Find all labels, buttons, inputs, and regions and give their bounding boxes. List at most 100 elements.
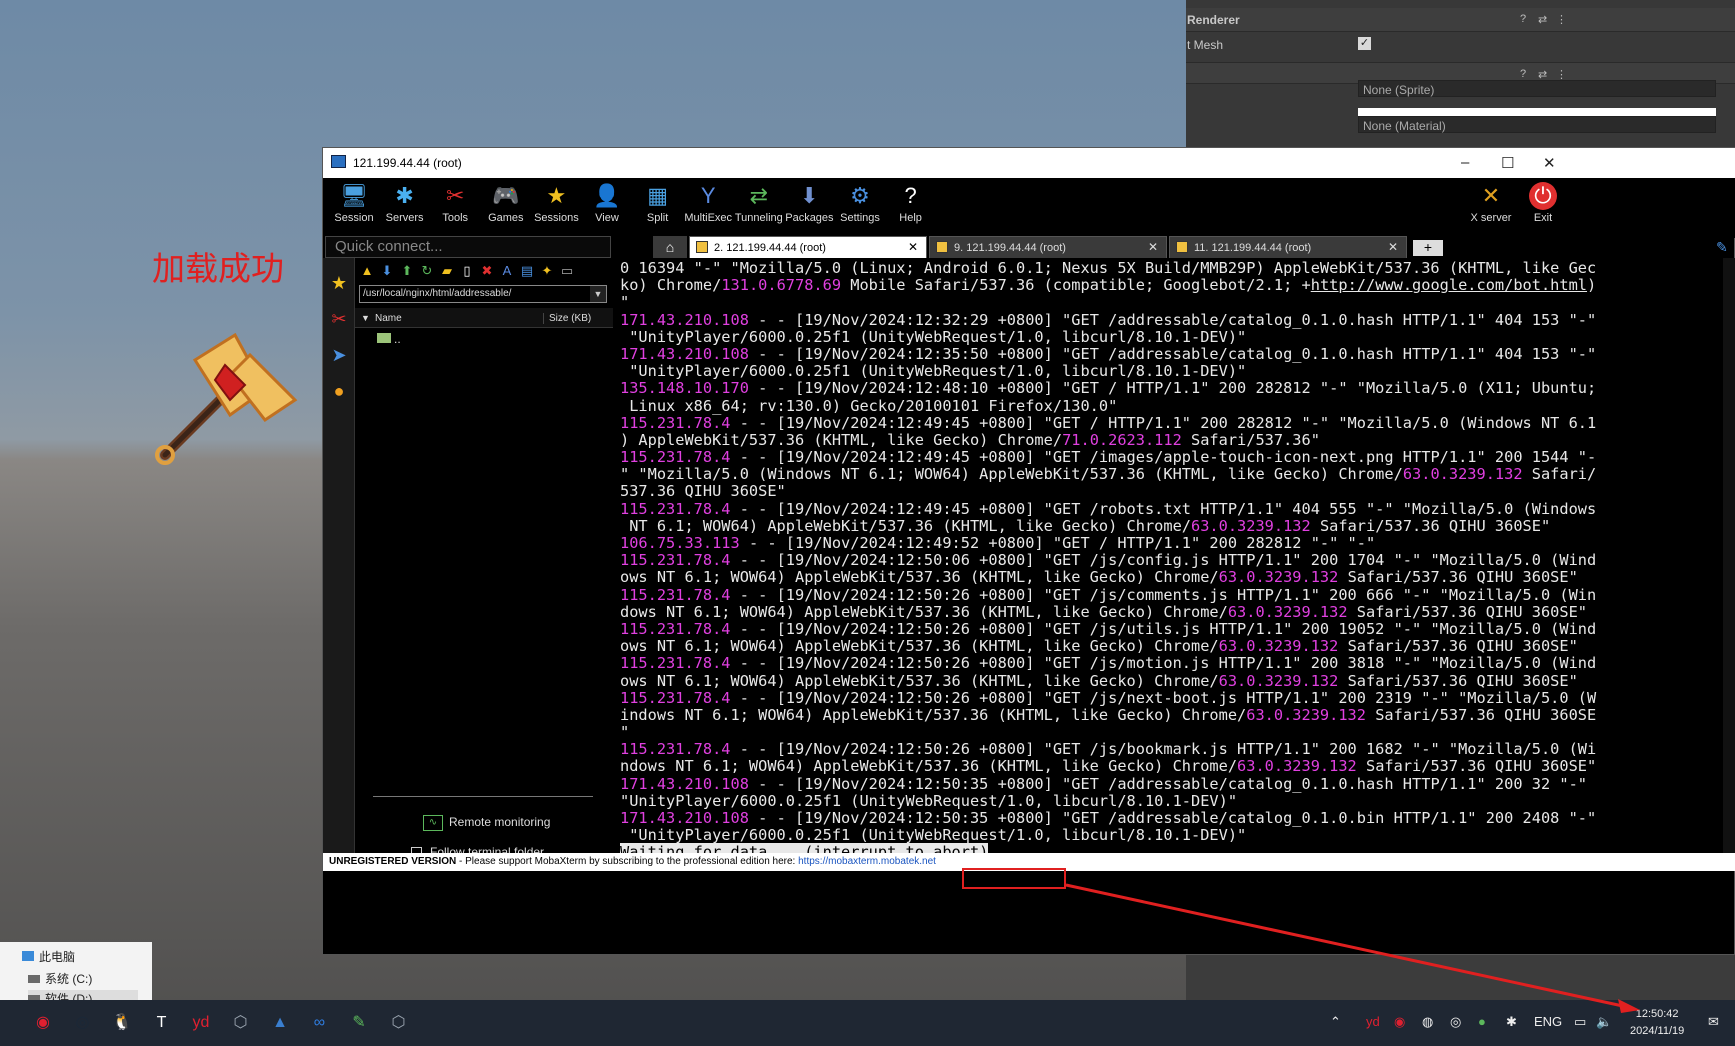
client-ip: 135.148.10.170	[620, 379, 749, 398]
renderer-header[interactable]: Renderer ? ⇄ ⋮	[1186, 8, 1735, 32]
console-text: Safari/537.36 QIHU 360SE"	[1338, 568, 1578, 587]
unity-hub-icon[interactable]: ⬡	[384, 1008, 414, 1038]
window-titlebar[interactable]: 121.199.44.44 (root) – ☐ ✕	[323, 148, 1735, 178]
path-input[interactable]: /usr/local/nginx/html/addressable/ ▼	[359, 285, 607, 303]
new-tab-button[interactable]: +	[1413, 240, 1443, 256]
toolbar-session-button[interactable]: 🖥 Session	[326, 178, 382, 238]
file-list-header: ▼ Name Size (KB)	[355, 308, 613, 328]
console-line: "	[620, 723, 1735, 741]
toolbar-label: Packages	[785, 212, 834, 224]
toolbar-split-button[interactable]: ▦ Split	[630, 178, 686, 238]
quick-connect-input[interactable]: Quick connect...	[325, 236, 611, 258]
terminal-console[interactable]: 0 16394 "-" "Mozilla/5.0 (Linux; Android…	[620, 258, 1735, 853]
toolbar-multiexec-button[interactable]: Y MultiExec	[680, 178, 736, 238]
console-text: - - [19/Nov/2024:12:49:45 +0800] "GET /i…	[730, 448, 1597, 467]
console-text: "	[620, 293, 630, 312]
typora-icon[interactable]: T	[147, 1008, 177, 1038]
list-item-parent[interactable]: ..	[377, 332, 401, 346]
photos-icon[interactable]: ▲	[265, 1008, 295, 1038]
toolbar-games-button[interactable]: 🎮 Games	[478, 178, 534, 238]
console-text: 63.0.3239.132	[1218, 568, 1339, 587]
maximize-button[interactable]: ☐	[1501, 154, 1514, 172]
toolbar-tunneling-button[interactable]: ⇄ Tunneling	[731, 178, 787, 238]
session-tab[interactable]: 2. 121.199.44.44 (root) ✕	[689, 236, 927, 258]
toolbar-help-button[interactable]: ? Help	[883, 178, 939, 238]
download-icon[interactable]: ⬇	[379, 263, 395, 279]
notification-icon[interactable]: ✉	[1708, 1014, 1719, 1030]
refresh-icon[interactable]: ↻	[419, 263, 435, 279]
toolbar-servers-button[interactable]: ✱ Servers	[377, 178, 433, 238]
sidebar-tools-icon[interactable]: ✂	[325, 302, 353, 336]
attach-icon[interactable]: ✎	[1716, 239, 1728, 256]
toolbar-label: Servers	[385, 212, 424, 224]
sprite-field[interactable]: None (Sprite)	[1358, 80, 1716, 97]
console-link[interactable]: http://www.google.com/bot.html	[1311, 276, 1587, 294]
sidebar-macros-icon[interactable]: ●	[325, 374, 353, 408]
language-indicator[interactable]: ENG	[1534, 1014, 1562, 1029]
material-field[interactable]: None (Material)	[1358, 116, 1716, 133]
session-tab[interactable]: 11. 121.199.44.44 (root) ✕	[1169, 236, 1407, 258]
tab-close-icon[interactable]: ✕	[1148, 240, 1158, 254]
notepad-icon[interactable]: ✎	[344, 1008, 374, 1038]
properties-icon[interactable]: ▤	[519, 263, 535, 279]
tray-gamepad-icon[interactable]: ◍	[1422, 1014, 1433, 1030]
new-folder-icon[interactable]: ▰	[439, 263, 455, 279]
toolbar-sessions-button[interactable]: ★ Sessions	[528, 178, 584, 238]
terminal-icon[interactable]: ▭	[559, 263, 575, 279]
tab-close-icon[interactable]: ✕	[1388, 240, 1398, 254]
chevron-up-icon[interactable]: ⌃	[1330, 1014, 1341, 1030]
client-ip: 115.231.78.4	[620, 413, 731, 432]
column-name[interactable]: Name	[375, 313, 402, 324]
chevron-down-icon[interactable]: ▼	[590, 286, 606, 302]
unity-icon[interactable]: ⬡	[226, 1008, 256, 1038]
qq-icon[interactable]: 🐧	[107, 1008, 137, 1038]
feishu-icon[interactable]: ∞	[305, 1008, 335, 1038]
toolbar-exit-button[interactable]: ⏻ Exit	[1515, 178, 1571, 238]
toolbar-x-server-button[interactable]: ✕ X server	[1463, 178, 1519, 238]
console-line: NT 6.1; WOW64) AppleWebKit/537.36 (KHTML…	[620, 517, 1735, 535]
toolbar-tools-button[interactable]: ✂ Tools	[427, 178, 483, 238]
delete-icon[interactable]: ✖	[479, 263, 495, 279]
more-menu-icon[interactable]: ⋮	[1556, 13, 1567, 26]
sidebar-sessions-icon[interactable]: ★	[325, 266, 353, 300]
remote-monitoring-button[interactable]: ∿ Remote monitoring	[423, 815, 550, 831]
rename-icon[interactable]: A	[499, 263, 515, 279]
wand-icon[interactable]: ✦	[539, 263, 555, 279]
toolbar-packages-button[interactable]: ⬇ Packages	[781, 178, 837, 238]
sort-arrow-icon: ▼	[361, 313, 370, 323]
mesh-checkbox[interactable]: ✓	[1358, 37, 1371, 50]
console-scrollbar[interactable]	[1723, 258, 1735, 853]
netease-music-icon[interactable]: ◉	[28, 1008, 58, 1038]
parent-folder-icon[interactable]: ▲	[359, 263, 375, 279]
youdao-icon[interactable]: yd	[186, 1008, 216, 1038]
session-tab[interactable]: 9. 121.199.44.44 (root) ✕	[929, 236, 1167, 258]
volume-icon[interactable]: 🔈	[1596, 1014, 1612, 1030]
tray-wechat-icon[interactable]: ●	[1478, 1014, 1486, 1029]
mobaxterm-link[interactable]: https://mobaxterm.mobatek.net	[798, 856, 936, 867]
toolbar-settings-button[interactable]: ⚙ Settings	[832, 178, 888, 238]
tray-bluetooth-icon[interactable]: ✱	[1506, 1014, 1517, 1030]
explorer-item-this-pc[interactable]: 此电脑	[22, 948, 75, 965]
tray-youdao-icon[interactable]: yd	[1366, 1014, 1380, 1029]
help-icon[interactable]: ?	[1520, 13, 1526, 25]
preset-icon[interactable]: ⇄	[1538, 13, 1547, 26]
new-file-icon[interactable]: ▯	[459, 263, 475, 279]
explorer-item-c-drive[interactable]: 系统 (C:)	[28, 970, 92, 987]
close-button[interactable]: ✕	[1543, 154, 1556, 172]
tray-music-icon[interactable]: ◉	[1394, 1014, 1405, 1030]
upload-icon[interactable]: ⬆	[399, 263, 415, 279]
steam-icon[interactable]: ◎	[68, 1008, 98, 1038]
toolbar-view-button[interactable]: 👤 View	[579, 178, 635, 238]
sidebar-sftp-icon[interactable]: ➤	[325, 338, 353, 372]
tray-steam-icon[interactable]: ◎	[1450, 1014, 1461, 1030]
tab-close-icon[interactable]: ✕	[908, 240, 918, 254]
plus-icon: +	[1423, 239, 1433, 255]
network-icon[interactable]: ▭	[1574, 1014, 1586, 1030]
console-line: 115.231.78.4 - - [19/Nov/2024:12:49:45 +…	[620, 413, 1735, 432]
column-size[interactable]: Size (KB)	[543, 313, 591, 324]
help-icon[interactable]: ?	[1520, 68, 1526, 80]
minimize-button[interactable]: –	[1461, 154, 1469, 171]
explorer-item-d-drive[interactable]: 软件 (D:)	[28, 990, 138, 1000]
system-clock[interactable]: 12:50:42 2024/11/19	[1630, 1006, 1684, 1040]
status-text: - Please support MobaXterm by subscribin…	[456, 856, 799, 867]
